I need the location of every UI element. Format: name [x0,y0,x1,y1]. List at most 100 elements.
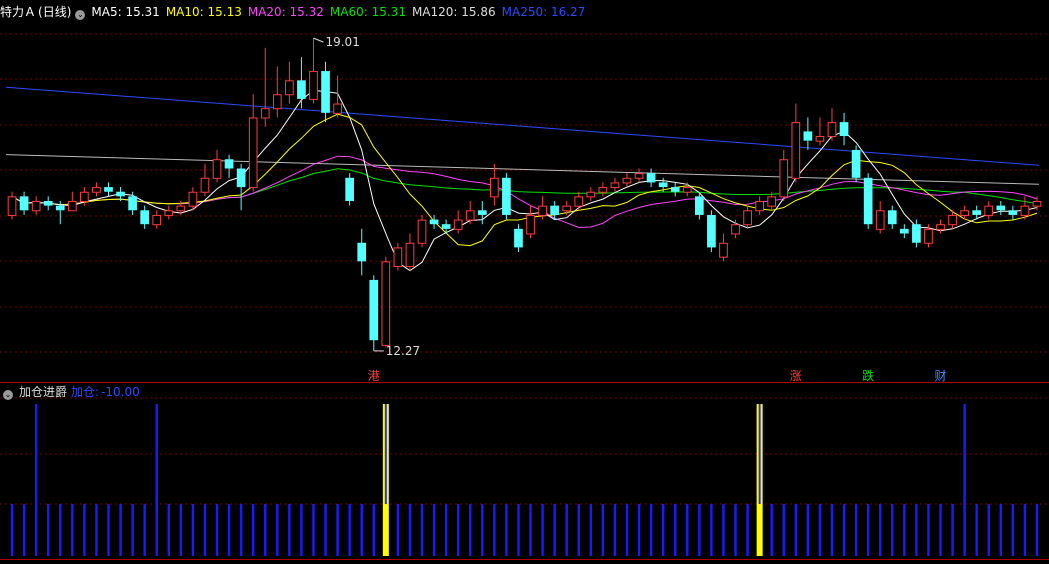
signal-bar [975,504,978,556]
signal-bar [432,504,436,556]
signal-bar [951,504,954,556]
signal-bar [1023,504,1027,556]
signal-bar [903,504,906,556]
ma-legend-item: MA10: 15.13 [165,5,242,19]
candle-body [176,205,186,212]
candle-body [960,210,969,216]
candle-body [670,187,680,192]
candle-body [658,182,668,188]
signal-bar [698,504,701,556]
signal-bar [565,504,568,556]
candle-body [381,261,391,346]
signal-bar [842,504,846,556]
ma-legend: MA5: 15.31 MA10: 15.13 MA20: 15.32 MA60: 15… [91,5,591,19]
signal-bar [927,504,930,556]
price-header: 特力Ａ (日线) ⌄ MA5: 15.31 MA10: 15.13 MA20: 15.32… [0,4,597,20]
ma-legend-item: MA60: 15.31 [329,5,406,19]
signal-bar [155,404,158,556]
candle-body [791,122,801,179]
signal-bar [481,504,484,556]
candle-body [152,214,162,226]
stock-name: 特力Ａ [0,5,37,19]
candle-body [1020,205,1030,216]
signal-bar [746,504,749,556]
signal-bar [10,504,14,556]
candle-body [731,224,740,235]
signal-bar [674,504,677,556]
candle-body [912,224,921,243]
candle-body [67,201,77,212]
indicator-label: 加仓: [71,385,100,399]
candle-body [526,214,535,235]
candle-body [104,187,113,192]
candle-body [43,201,53,206]
indicator-menu-icon[interactable]: ⌄ [3,390,13,400]
signal-bar [396,504,400,556]
signal-bar [119,504,122,556]
candle-body [936,224,945,230]
candle-body [682,187,692,193]
signal-bar [191,504,195,556]
signal-bar [589,504,593,556]
candle-body [369,279,379,341]
candle-body [272,94,282,110]
signal-bar [348,504,351,556]
candle-body [55,205,65,211]
signal-bar [818,504,822,556]
signal-bar [963,404,966,556]
signal-bar-inner [758,404,761,504]
candle-body [405,242,415,267]
candle-body [80,191,89,202]
candle-body [212,159,222,179]
signal-bar [661,504,665,556]
candle-body [164,210,174,216]
candle-body [248,117,258,189]
signal-bar [553,504,556,556]
signal-bar [625,504,629,556]
candle-body [465,210,475,221]
candle-body [863,177,873,225]
ma-legend-item: MA5: 15.31 [91,5,160,19]
signal-bar [601,504,605,556]
candle-body [345,177,354,201]
signal-bar [637,504,641,556]
candle-body [538,205,547,216]
candle-body [285,80,294,96]
signal-bar [1011,504,1015,556]
candle-body [429,219,439,225]
low-marker-label: 12.27 [386,344,420,358]
signal-bar [360,504,363,556]
period-label: (日线) [38,5,72,19]
signal-bar [577,504,580,556]
candle-body [7,196,17,216]
signal-bar [517,504,520,556]
signal-bar [227,504,231,556]
ma5-line [11,89,1038,272]
indicator-header: ⌄ 加仓进爵 加仓: -10.00 [0,384,146,400]
candle-body [490,177,499,198]
signal-bar [336,504,339,556]
event-label: 涨 [790,368,802,383]
candle-body [743,210,752,226]
candle-body [755,201,764,212]
candle-body [948,214,957,226]
candle-body [839,122,849,137]
signal-bar [167,504,170,556]
signal-bar [239,504,243,556]
signal-bar [529,504,532,556]
high-marker-label: 19.01 [325,35,359,49]
candle-body [622,177,632,184]
indicator-value: -10.00 [101,385,140,399]
candle-body [128,196,137,211]
signal-bar [613,504,617,556]
candle-body [92,187,101,193]
ma250-line [5,86,1040,166]
signal-bar [408,504,412,556]
candle-body [502,177,511,215]
event-label: 跌 [862,368,874,383]
ma-legend-item: MA20: 15.32 [247,5,324,19]
settings-icon[interactable]: ⌄ [75,10,86,20]
candle-body [550,205,559,215]
indicator-name: 加仓进爵 [19,385,68,399]
candle-body [260,108,270,119]
